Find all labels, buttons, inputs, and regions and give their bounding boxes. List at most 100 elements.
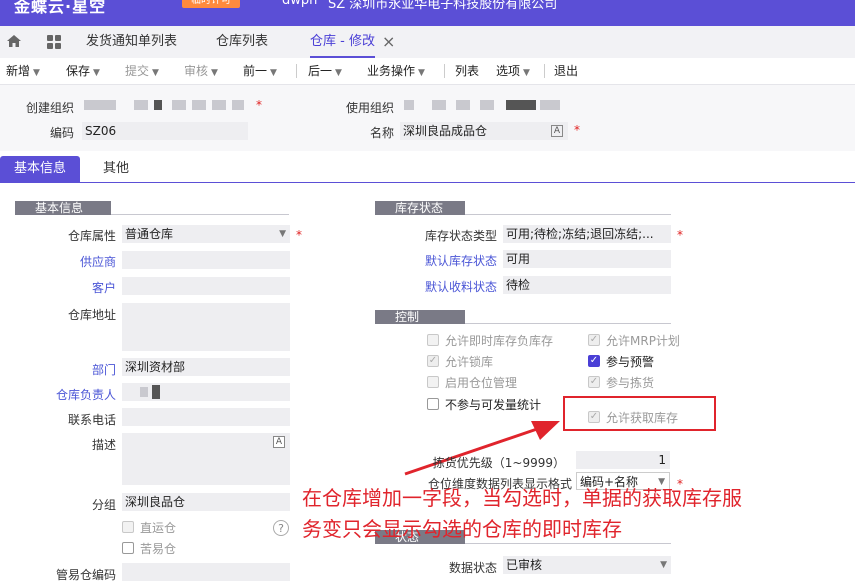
allow-fetch-stock-label: 允许获取库存 bbox=[606, 411, 679, 425]
redacted-value bbox=[404, 100, 414, 110]
annotation-line-2: 务变只会显示勾选的仓库的即时库存 bbox=[302, 517, 622, 541]
custody-code-field[interactable] bbox=[122, 563, 290, 581]
supplier-field[interactable] bbox=[122, 251, 290, 269]
priority-field[interactable]: 1 bbox=[576, 451, 670, 469]
name-field[interactable]: 深圳良品成品仓 bbox=[400, 122, 568, 140]
allow-fetch-stock-checkbox[interactable]: ✓ bbox=[588, 411, 600, 423]
custody-code-label: 管易仓编码 bbox=[55, 568, 116, 582]
home-icon[interactable] bbox=[6, 34, 22, 51]
redacted-value bbox=[192, 100, 206, 110]
org-name[interactable]: SZ 深圳市永亚华电子科技股份有限公司 bbox=[328, 0, 557, 12]
chevron-down-icon: ▼ bbox=[523, 68, 530, 78]
receive-status-label[interactable]: 默认收料状态 bbox=[400, 278, 497, 295]
code-field[interactable]: SZ06 bbox=[82, 122, 248, 140]
prev-label: 前一 bbox=[243, 64, 268, 78]
required-mark: * bbox=[296, 228, 302, 242]
group-label: 分组 bbox=[91, 498, 116, 512]
chevron-down-icon: ▼ bbox=[152, 68, 159, 78]
supplier-label[interactable]: 供应商 bbox=[30, 253, 116, 270]
custody-label: 苦易仓 bbox=[140, 542, 177, 556]
custody-checkbox[interactable] bbox=[122, 542, 134, 554]
multilang-icon[interactable]: A bbox=[273, 436, 285, 448]
save-button[interactable]: 保存 ▼ bbox=[66, 58, 100, 84]
tab-other[interactable]: 其他 bbox=[88, 156, 144, 182]
chevron-down-icon: ▼ bbox=[279, 229, 286, 239]
group-field[interactable]: 深圳良品仓 bbox=[122, 493, 290, 511]
tab-delivery-notice-list[interactable]: 发货通知单列表 bbox=[86, 26, 177, 58]
help-icon[interactable]: ? bbox=[273, 520, 289, 536]
audit-label: 审核 bbox=[184, 64, 209, 78]
warning-label: 参与预警 bbox=[606, 355, 655, 369]
submit-button[interactable]: 提交 ▼ bbox=[125, 58, 159, 84]
location-mgmt-checkbox[interactable] bbox=[427, 376, 439, 388]
code-label: 编码 bbox=[49, 126, 74, 140]
redacted-value bbox=[456, 100, 470, 110]
allow-lock-checkbox[interactable]: ✓ bbox=[427, 355, 439, 367]
chevron-down-icon: ▼ bbox=[418, 68, 425, 78]
name-label: 名称 bbox=[369, 126, 394, 140]
required-mark: * bbox=[256, 98, 262, 112]
list-button[interactable]: 列表 bbox=[455, 58, 479, 84]
customer-field[interactable] bbox=[122, 277, 290, 295]
tab-bar: 发货通知单列表 仓库列表 仓库 - 修改 × bbox=[0, 26, 855, 59]
warning-checkbox[interactable]: ✓ bbox=[588, 355, 600, 367]
default-stock-label[interactable]: 默认库存状态 bbox=[400, 252, 497, 269]
multilang-icon[interactable]: A bbox=[551, 125, 563, 137]
receive-status-field[interactable]: 待检 bbox=[503, 276, 671, 294]
header-panel: 创建组织 * 使用组织 编码 SZ06 名称 深圳良品成品仓 A * bbox=[0, 85, 855, 151]
default-stock-field[interactable]: 可用 bbox=[503, 250, 671, 268]
phone-field[interactable] bbox=[122, 408, 290, 426]
prev-button[interactable]: 前一 ▼ bbox=[243, 58, 277, 84]
options-label: 选项 bbox=[496, 64, 521, 78]
section-tabs: 基本信息 其他 bbox=[0, 156, 855, 183]
property-label: 仓库属性 bbox=[67, 229, 116, 243]
manager-label[interactable]: 仓库负责人 bbox=[30, 386, 116, 403]
customer-label[interactable]: 客户 bbox=[30, 279, 116, 296]
location-mgmt-label: 启用仓位管理 bbox=[445, 376, 518, 390]
business-ops-button[interactable]: 业务操作 ▼ bbox=[367, 58, 425, 84]
property-value: 普通仓库 bbox=[125, 227, 174, 241]
no-stat-checkbox[interactable] bbox=[427, 398, 439, 410]
user-name[interactable]: dwpn bbox=[282, 0, 317, 8]
dept-label[interactable]: 部门 bbox=[30, 361, 116, 378]
stock-type-label: 库存状态类型 bbox=[424, 229, 497, 243]
redacted-value bbox=[506, 100, 536, 110]
toolbar: 新增 ▼ 保存 ▼ 提交 ▼ 审核 ▼ 前一 ▼ 后一 ▼ 业务操作 ▼ 列表 选项 ▼ 退出 bbox=[0, 58, 855, 85]
chevron-down-icon: ▼ bbox=[93, 68, 100, 78]
picking-checkbox[interactable]: ✓ bbox=[588, 376, 600, 388]
section-divider bbox=[465, 323, 671, 324]
next-button[interactable]: 后一 ▼ bbox=[308, 58, 342, 84]
stock-type-field[interactable]: 可用;待检;冻结;退回冻结;... bbox=[503, 225, 671, 243]
chevron-down-icon: ▼ bbox=[33, 68, 40, 78]
create-org-label: 创建组织 bbox=[25, 101, 74, 115]
new-button[interactable]: 新增 ▼ bbox=[6, 58, 40, 84]
redacted-value bbox=[140, 387, 148, 397]
apps-grid-icon[interactable] bbox=[46, 34, 62, 53]
redacted-value bbox=[154, 100, 162, 110]
close-icon[interactable]: × bbox=[382, 32, 395, 51]
exit-button[interactable]: 退出 bbox=[554, 58, 578, 84]
basic-info-section-title: 基本信息 bbox=[15, 201, 111, 215]
required-mark: * bbox=[574, 123, 580, 137]
tab-warehouse-list[interactable]: 仓库列表 bbox=[216, 26, 268, 58]
audit-button[interactable]: 审核 ▼ bbox=[184, 58, 218, 84]
chevron-down-icon: ▼ bbox=[211, 68, 218, 78]
desc-field[interactable] bbox=[122, 433, 290, 485]
redacted-value bbox=[134, 100, 148, 110]
save-label: 保存 bbox=[66, 64, 91, 78]
address-field[interactable] bbox=[122, 303, 290, 351]
allow-mrp-label: 允许MRP计划 bbox=[606, 334, 680, 348]
toolbar-divider bbox=[444, 64, 445, 78]
allow-mrp-checkbox[interactable]: ✓ bbox=[588, 334, 600, 346]
property-select[interactable]: 普通仓库 ▼ bbox=[122, 225, 290, 243]
address-label: 仓库地址 bbox=[67, 308, 116, 322]
transit-checkbox[interactable] bbox=[122, 521, 134, 533]
tab-basic-info[interactable]: 基本信息 bbox=[0, 156, 80, 182]
new-label: 新增 bbox=[6, 64, 31, 78]
top-header: 金蝶云·星空 临时许可 dwpn SZ 深圳市永亚华电子科技股份有限公司 bbox=[0, 0, 855, 26]
data-status-select[interactable]: 已审核 ▼ bbox=[503, 556, 671, 574]
options-button[interactable]: 选项 ▼ bbox=[496, 58, 530, 84]
tab-warehouse-edit[interactable]: 仓库 - 修改 bbox=[310, 26, 375, 58]
allow-negative-checkbox[interactable] bbox=[427, 334, 439, 346]
dept-field[interactable]: 深圳资材部 bbox=[122, 358, 290, 376]
